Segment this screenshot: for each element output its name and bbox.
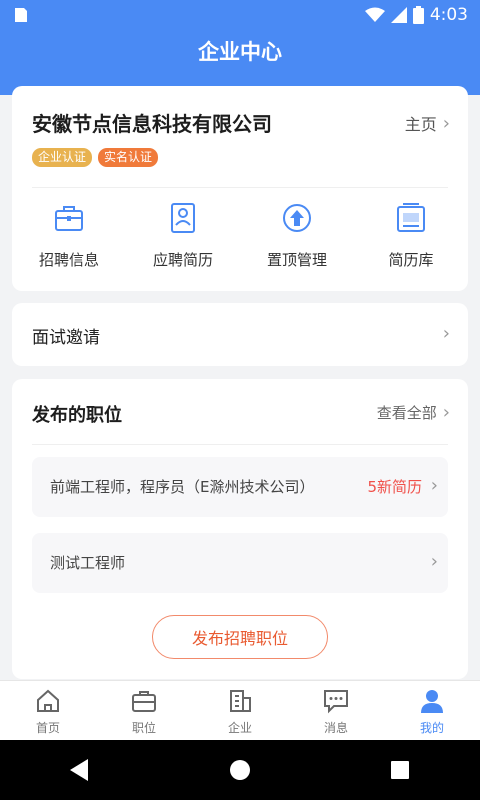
realname-verified-badge: 实名认证 bbox=[98, 148, 159, 167]
home-icon bbox=[37, 689, 59, 712]
enterprise-verified-badge: 企业认证 bbox=[32, 148, 93, 167]
quick-action-top-management[interactable]: 置顶管理 bbox=[240, 201, 354, 270]
new-resume-count: 5新简历 bbox=[367, 478, 422, 496]
view-all-link[interactable]: 查看全部 › bbox=[377, 402, 450, 423]
company-card: 安徽节点信息科技有限公司 主页 › 企业认证 实名认证 招聘信息 应聘简历 置顶… bbox=[12, 86, 468, 291]
wifi-icon bbox=[364, 7, 385, 22]
status-bar: 4:03 bbox=[0, 0, 480, 30]
nav-label: 消息 bbox=[323, 721, 348, 735]
job-name: 前端工程师，程序员（E滁州技术公司） bbox=[50, 478, 315, 496]
divider bbox=[32, 187, 448, 188]
nav-me[interactable]: 我的 bbox=[384, 681, 480, 740]
building-icon bbox=[230, 690, 251, 712]
view-all-label: 查看全部 bbox=[376, 404, 437, 422]
nav-home[interactable]: 首页 bbox=[0, 681, 96, 740]
quick-action-label: 招聘信息 bbox=[38, 251, 99, 269]
quick-action-resume-library[interactable]: 简历库 bbox=[354, 201, 468, 270]
message-icon bbox=[324, 690, 348, 714]
nav-label: 我的 bbox=[419, 721, 444, 735]
job-item[interactable]: 测试工程师 › bbox=[32, 533, 448, 593]
divider bbox=[32, 444, 448, 445]
job-item[interactable]: 前端工程师，程序员（E滁州技术公司） 5新简历 › bbox=[32, 457, 448, 517]
resume-library-icon bbox=[397, 203, 425, 232]
battery-icon bbox=[412, 6, 424, 24]
chevron-right-icon: › bbox=[442, 402, 450, 423]
interview-invitations-label: 面试邀请 bbox=[32, 328, 100, 348]
bottom-nav: 首页 职位 企业 消息 我的 bbox=[0, 680, 480, 740]
nav-messages[interactable]: 消息 bbox=[288, 681, 384, 740]
quick-action-label: 应聘简历 bbox=[152, 251, 213, 269]
sim-card-icon bbox=[15, 8, 27, 22]
nav-label: 首页 bbox=[35, 721, 60, 735]
interview-invitations-row[interactable]: 面试邀请 › bbox=[12, 303, 468, 366]
quick-action-label: 置顶管理 bbox=[266, 251, 327, 269]
chevron-right-icon: › bbox=[442, 323, 450, 344]
quick-action-recruit-info[interactable]: 招聘信息 bbox=[12, 201, 126, 270]
page-title: 企业中心 bbox=[198, 40, 282, 64]
system-nav-bar bbox=[0, 740, 480, 800]
top-arrow-icon bbox=[283, 204, 311, 232]
published-jobs-title: 发布的职位 bbox=[32, 405, 122, 426]
nav-company[interactable]: 企业 bbox=[192, 681, 288, 740]
quick-actions: 招聘信息 应聘简历 置顶管理 简历库 bbox=[12, 201, 468, 270]
chevron-right-icon: › bbox=[430, 475, 438, 496]
briefcase-icon bbox=[132, 691, 156, 712]
nav-label: 企业 bbox=[227, 721, 252, 735]
back-icon[interactable] bbox=[69, 759, 90, 781]
recents-icon[interactable] bbox=[390, 760, 410, 780]
homepage-label: 主页 bbox=[404, 115, 437, 134]
verification-badges: 企业认证 实名认证 bbox=[32, 148, 159, 167]
chevron-right-icon: › bbox=[430, 551, 438, 572]
signal-icon bbox=[390, 7, 407, 23]
nav-label: 职位 bbox=[131, 721, 156, 735]
chevron-right-icon: › bbox=[442, 112, 450, 134]
quick-action-applied-resumes[interactable]: 应聘简历 bbox=[126, 201, 240, 270]
job-name: 测试工程师 bbox=[50, 554, 126, 572]
user-icon bbox=[421, 690, 443, 713]
published-jobs-card: 发布的职位 查看全部 › 前端工程师，程序员（E滁州技术公司） 5新简历 › 测… bbox=[12, 379, 468, 679]
company-name: 安徽节点信息科技有限公司 bbox=[32, 112, 272, 136]
nav-jobs[interactable]: 职位 bbox=[96, 681, 192, 740]
briefcase-icon bbox=[55, 206, 83, 231]
quick-action-label: 简历库 bbox=[388, 251, 434, 269]
homepage-link[interactable]: 主页 › bbox=[405, 111, 450, 135]
status-time: 4:03 bbox=[429, 5, 468, 25]
home-circle-icon[interactable] bbox=[229, 759, 251, 781]
publish-job-button[interactable]: 发布招聘职位 bbox=[152, 615, 328, 659]
resume-icon bbox=[171, 203, 195, 233]
